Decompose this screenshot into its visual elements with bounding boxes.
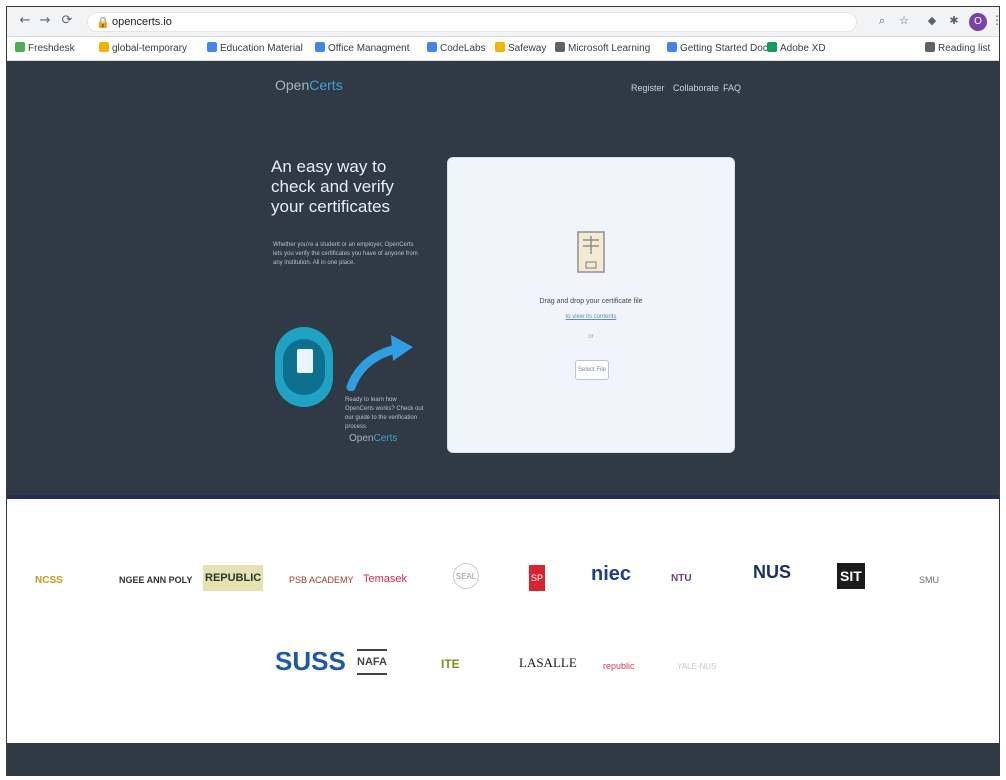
bookmark-label: Microsoft Learning [568,43,651,54]
bookmark-label: Freshdesk [28,43,75,54]
partner-logo-niec[interactable]: niec [591,561,631,587]
arrow-icon [346,335,413,391]
bookmark-item[interactable]: global-temporary [99,42,187,56]
partner-logo-psb[interactable]: PSB ACADEMY [289,567,354,593]
bookmark-icon [99,42,109,52]
browser-window: ← → ⟳ 🔒 opencerts.io ⌕ ☆ ◆ ✱ O ⋮ Freshde… [6,6,1000,776]
bookmark-label: Reading list [938,43,991,54]
bookmarks-bar: Freshdesk global-temporary Education Mat… [7,37,999,61]
partner-logo-rp[interactable]: republic [603,653,635,679]
partner-logos-section: NCSS NGEE ANN POLY REPUBLIC PSB ACADEMY … [7,503,999,743]
star-icon[interactable]: ☆ [897,14,911,28]
bookmark-icon [315,42,325,52]
bookmark-label: CodeLabs [440,43,486,54]
promo-brand[interactable]: OpenCerts [349,433,397,444]
partner-logo-republic[interactable]: REPUBLIC [203,565,264,591]
bookmark-icon [495,42,505,52]
hero-section: OpenCerts Register Collaborate FAQ An ea… [7,61,999,499]
partner-logo-lasalle[interactable]: LASALLE [519,643,577,683]
dropzone-or: or [588,334,594,340]
bookmark-icon [427,42,437,52]
bookmark-label: global-temporary [112,43,188,54]
bookmark-icon [15,42,25,52]
bookmark-label: Adobe XD [780,43,826,54]
profile-avatar[interactable]: O [969,13,987,31]
partner-logo-suss[interactable]: SUSS [275,643,346,679]
bookmark-item[interactable]: Freshdesk [15,42,75,56]
partner-logo-sp[interactable]: SP [529,565,545,591]
dropzone-link[interactable]: to view its contents [448,314,734,320]
bookmark-label: Office Managment [328,43,410,54]
certificate-dropzone[interactable]: Drag and drop your certificate file to v… [447,157,735,453]
url-text[interactable]: opencerts.io [112,16,172,28]
bookmark-icon [767,42,777,52]
bookmark-item[interactable]: Adobe XD [767,42,826,56]
promo-brand-prefix: Open [349,433,374,444]
brand-prefix: Open [275,77,310,93]
bookmark-item[interactable]: Office Managment [315,42,410,56]
puzzle-icon[interactable]: ✱ [947,14,961,28]
bookmark-label: Safeway [508,43,547,54]
bookmark-item[interactable]: Getting Started Doc [667,42,768,56]
nav-faq[interactable]: FAQ [723,83,741,93]
browser-toolbar: ← → ⟳ 🔒 opencerts.io ⌕ ☆ ◆ ✱ O ⋮ [7,7,999,37]
bookmark-label: Getting Started Doc [680,43,768,54]
more-icon[interactable]: ⋮ [991,13,999,27]
certificate-file-icon [577,231,605,273]
hero-subtext: Whether you're a student or an employer,… [273,242,418,266]
partner-logo-np[interactable]: NGEE ANN POLY [119,567,192,593]
lock-icon: 🔒 [96,16,110,29]
site-logo[interactable]: OpenCerts [275,77,343,93]
back-icon[interactable]: ← [17,13,33,29]
bookmark-icon [667,42,677,52]
partner-logo-ncss[interactable]: NCSS [35,567,63,593]
bookmark-item[interactable]: Education Material [207,42,303,56]
partner-logo-nafa[interactable]: NAFA [357,649,387,675]
partner-logo-smu[interactable]: SMU [919,567,939,593]
address-bar[interactable]: 🔒 opencerts.io [87,12,857,32]
forward-icon[interactable]: → [37,13,53,29]
partner-logo-nus[interactable]: NUS [753,559,791,585]
bookmark-item[interactable]: CodeLabs [427,42,486,56]
bookmark-item[interactable]: Safeway [495,42,546,56]
partner-logo-temasek[interactable]: Temasek [363,566,407,592]
partner-logo-ite[interactable]: ITE [441,651,460,677]
partner-logo-ntu[interactable]: NTU [671,565,692,591]
bookmark-icon [555,42,565,52]
select-file-button[interactable]: Select File [575,360,609,380]
nav-collaborate[interactable]: Collaborate [673,83,719,93]
promo-text: Ready to learn how OpenCerts works? Chec… [345,397,424,430]
partner-logo-yale[interactable]: YALE-NUS [677,653,716,679]
certificate-badge-icon [275,327,333,407]
partner-logo-seal[interactable]: SEAL [453,563,479,589]
bookmark-icon [925,42,935,52]
bookmark-icon [207,42,217,52]
dropzone-instruction: Drag and drop your certificate file [539,298,643,305]
nav-register[interactable]: Register [631,83,665,93]
brand-suffix: Certs [309,77,343,93]
bookmark-item[interactable]: Microsoft Learning [555,42,650,56]
footer [7,743,999,775]
promo-brand-suffix: Certs [373,433,398,444]
bookmark-item[interactable]: Reading list [925,42,990,56]
bookmark-label: Education Material [220,43,303,54]
extension-icon[interactable]: ◆ [925,14,939,28]
zoom-icon[interactable]: ⌕ [875,14,889,28]
hero-headline: An easy way to check and verify your cer… [271,157,394,216]
partner-logo-sit[interactable]: SIT [837,563,865,589]
reload-icon[interactable]: ⟳ [59,13,75,29]
